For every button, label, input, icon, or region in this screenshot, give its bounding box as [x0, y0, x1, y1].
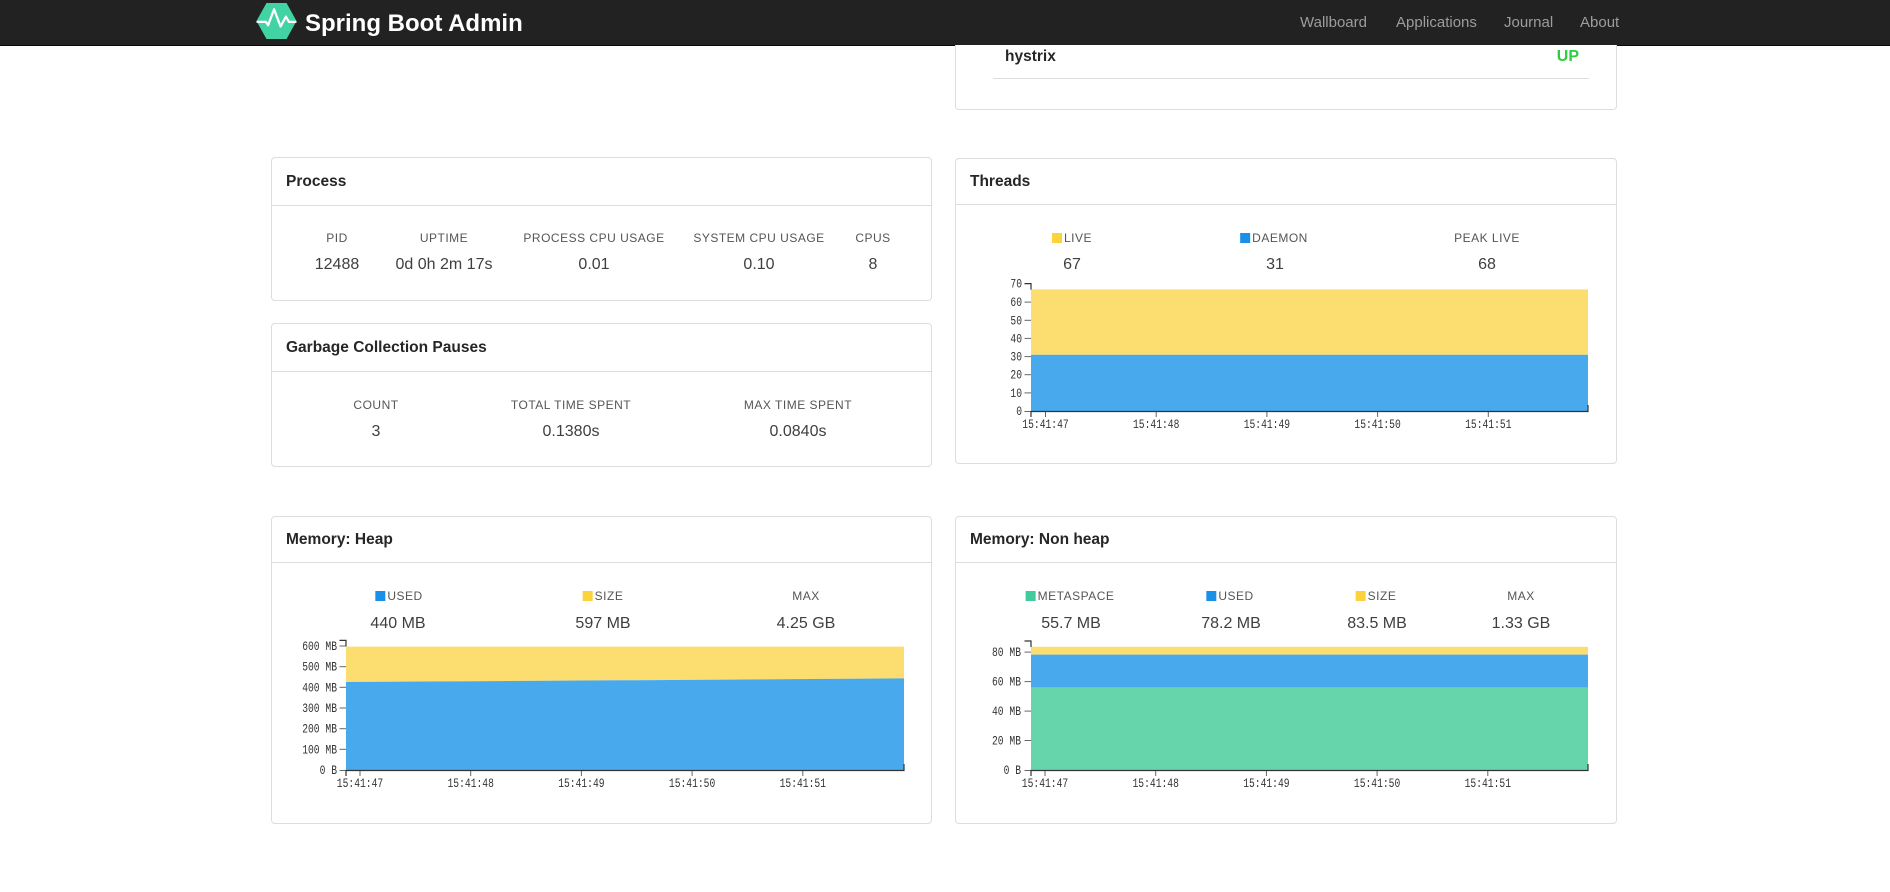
svg-text:15:41:51: 15:41:51: [1465, 776, 1512, 791]
svg-text:20: 20: [1010, 368, 1022, 383]
svg-text:15:41:47: 15:41:47: [337, 776, 383, 791]
svg-text:600 MB: 600 MB: [302, 639, 337, 654]
svg-text:0 B: 0 B: [320, 763, 338, 778]
svg-text:15:41:49: 15:41:49: [1244, 417, 1290, 432]
svg-text:15:41:47: 15:41:47: [1022, 776, 1068, 791]
svg-text:300 MB: 300 MB: [302, 701, 337, 716]
svg-text:30: 30: [1010, 350, 1022, 365]
svg-text:15:41:47: 15:41:47: [1022, 417, 1068, 432]
svg-text:15:41:48: 15:41:48: [1133, 417, 1179, 432]
svg-text:60 MB: 60 MB: [992, 675, 1021, 690]
svg-text:100 MB: 100 MB: [302, 742, 337, 757]
svg-text:10: 10: [1010, 386, 1022, 401]
svg-text:15:41:50: 15:41:50: [1354, 776, 1400, 791]
svg-text:0 B: 0 B: [1004, 763, 1022, 778]
svg-text:60: 60: [1010, 295, 1022, 310]
svg-text:15:41:51: 15:41:51: [780, 776, 827, 791]
svg-text:80 MB: 80 MB: [992, 645, 1021, 660]
svg-text:15:41:49: 15:41:49: [558, 776, 604, 791]
svg-text:40 MB: 40 MB: [992, 704, 1021, 719]
svg-text:70: 70: [1010, 277, 1022, 292]
svg-text:200 MB: 200 MB: [302, 722, 337, 737]
svg-text:15:41:48: 15:41:48: [1133, 776, 1179, 791]
svg-text:40: 40: [1010, 331, 1022, 346]
svg-text:15:41:50: 15:41:50: [1354, 417, 1400, 432]
svg-text:20 MB: 20 MB: [992, 734, 1021, 749]
svg-text:0: 0: [1016, 404, 1022, 419]
svg-text:500 MB: 500 MB: [302, 660, 337, 675]
svg-text:400 MB: 400 MB: [302, 680, 337, 695]
svg-text:15:41:51: 15:41:51: [1465, 417, 1512, 432]
svg-text:15:41:50: 15:41:50: [669, 776, 715, 791]
svg-text:50: 50: [1010, 313, 1022, 328]
svg-text:15:41:49: 15:41:49: [1243, 776, 1289, 791]
svg-text:15:41:48: 15:41:48: [448, 776, 494, 791]
